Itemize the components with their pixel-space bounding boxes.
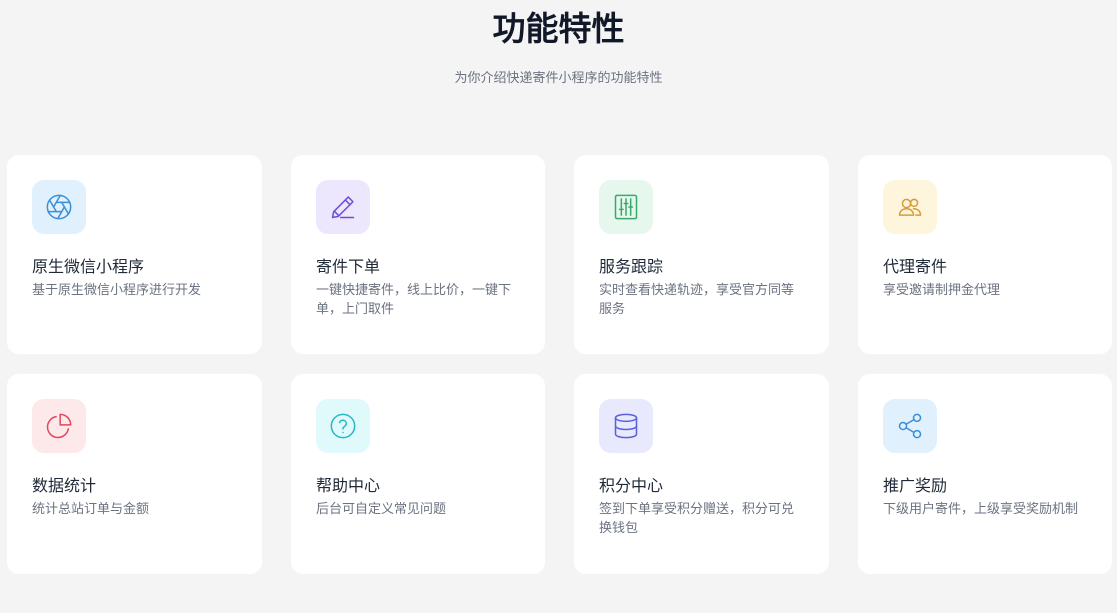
page-title: 功能特性 <box>492 9 625 48</box>
feature-card-points: 积分中心 签到下单享受积分赠送，积分可兑换钱包 <box>574 374 829 574</box>
icon-box <box>316 399 370 453</box>
aperture-icon <box>46 194 72 220</box>
icon-box <box>883 180 937 234</box>
feature-title: 帮助中心 <box>316 476 381 495</box>
users-icon <box>898 198 922 216</box>
icon-box <box>883 399 937 453</box>
share-icon <box>898 413 922 439</box>
icon-box <box>32 399 86 453</box>
feature-description: 统计总站订单与金额 <box>32 502 150 517</box>
feature-card-order: 寄件下单 一键快捷寄件，线上比价，一键下单，上门取件 <box>291 155 545 354</box>
pie-chart-icon <box>46 413 72 439</box>
feature-description: 下级用户寄件，上级享受奖励机制 <box>883 502 1079 517</box>
feature-description: 一键快捷寄件，线上比价，一键下单，上门取件 <box>316 283 512 317</box>
feature-description: 享受邀请制押金代理 <box>883 283 1001 298</box>
page-subtitle: 为你介绍快递寄件小程序的功能特性 <box>454 71 663 86</box>
feature-title: 原生微信小程序 <box>32 257 145 276</box>
feature-card-mini-program: 原生微信小程序 基于原生微信小程序进行开发 <box>7 155 262 354</box>
feature-title: 推广奖励 <box>883 476 948 495</box>
feature-description: 签到下单享受积分赠送，积分可兑换钱包 <box>599 502 795 536</box>
feature-title: 积分中心 <box>599 476 664 495</box>
feature-title: 服务跟踪 <box>599 257 664 276</box>
feature-card-referral: 推广奖励 下级用户寄件，上级享受奖励机制 <box>858 374 1112 574</box>
feature-card-help: 帮助中心 后台可自定义常见问题 <box>291 374 545 574</box>
feature-card-agent: 代理寄件 享受邀请制押金代理 <box>858 155 1112 354</box>
feature-card-statistics: 数据统计 统计总站订单与金额 <box>7 374 262 574</box>
database-icon <box>614 413 638 439</box>
sliders-icon <box>614 194 638 220</box>
feature-description: 基于原生微信小程序进行开发 <box>32 283 202 298</box>
icon-box <box>599 399 653 453</box>
icon-box <box>32 180 86 234</box>
feature-card-tracking: 服务跟踪 实时查看快递轨迹，享受官方同等服务 <box>574 155 829 354</box>
feature-title: 数据统计 <box>32 476 97 495</box>
help-circle-icon <box>330 413 356 439</box>
pencil-icon <box>331 196 355 219</box>
icon-box <box>316 180 370 234</box>
feature-title: 代理寄件 <box>883 257 948 276</box>
icon-box <box>599 180 653 234</box>
feature-grid: 原生微信小程序 基于原生微信小程序进行开发 寄件下单 一键快捷寄件，线上比价，一… <box>7 155 1112 574</box>
feature-description: 实时查看快递轨迹，享受官方同等服务 <box>599 283 795 317</box>
feature-title: 寄件下单 <box>316 257 381 276</box>
feature-description: 后台可自定义常见问题 <box>316 502 447 517</box>
